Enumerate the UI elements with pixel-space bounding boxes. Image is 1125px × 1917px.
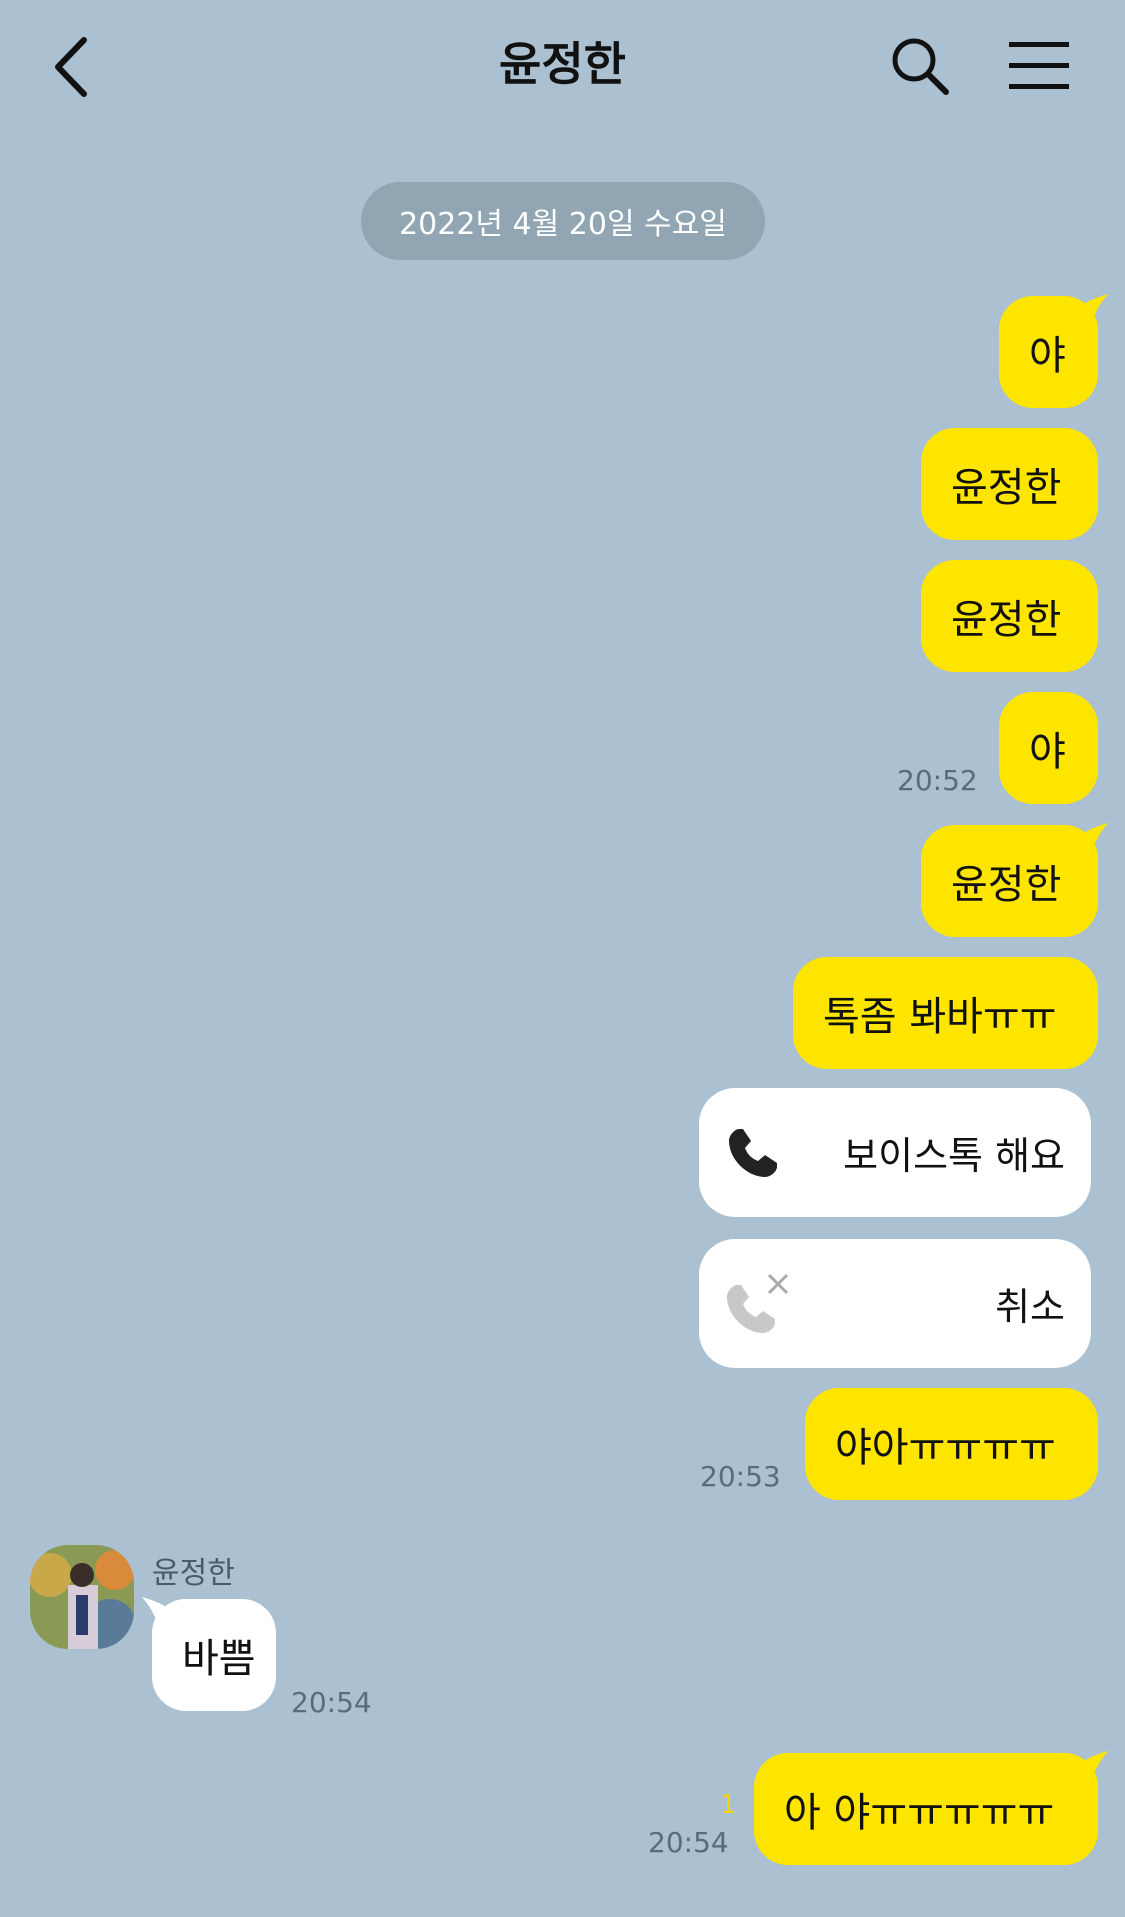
message-text: 바쁨 — [182, 1636, 256, 1682]
message-bubble[interactable]: 바쁨 — [142, 1597, 276, 1711]
message-text: 야 — [1029, 333, 1066, 379]
voice-call-cancelled-label: 취소 — [995, 1285, 1065, 1329]
message-text: 윤정한 — [951, 862, 1062, 908]
message-time: 20:54 — [648, 1826, 729, 1859]
phone-cancelled-icon — [727, 1273, 789, 1333]
voice-call-label: 보이스톡 해요 — [843, 1134, 1065, 1178]
date-divider: 2022년 4월 20일 수요일 — [361, 182, 765, 260]
phone-icon — [729, 1128, 777, 1177]
bubble-tail — [1072, 1751, 1108, 1787]
hamburger-menu-icon[interactable] — [1005, 38, 1073, 94]
message-text: 윤정한 — [951, 465, 1062, 511]
message-bubble[interactable]: 윤정한 — [921, 560, 1098, 672]
message-text: 톡좀 봐바ㅠㅠ — [823, 994, 1057, 1040]
message-time: 20:52 — [897, 764, 978, 797]
chat-header: 윤정한 — [0, 0, 1125, 135]
search-icon[interactable] — [888, 34, 952, 98]
profile-photo — [30, 1545, 134, 1649]
message-text: 야아ㅠㅠㅠㅠ — [835, 1425, 1056, 1471]
sender-name: 윤정한 — [152, 1556, 235, 1591]
message-text: 아 야ㅠㅠㅠㅠㅠ — [784, 1790, 1055, 1836]
message-bubble[interactable]: 야 — [999, 294, 1108, 408]
message-bubble[interactable]: 야아ㅠㅠㅠㅠ — [805, 1388, 1098, 1500]
message-bubble[interactable]: 톡좀 봐바ㅠㅠ — [793, 957, 1098, 1069]
message-bubble[interactable]: 윤정한 — [921, 823, 1108, 937]
bubble-tail — [1072, 294, 1108, 330]
voice-call-cancelled-card[interactable]: 취소 — [699, 1239, 1091, 1368]
message-bubble[interactable]: 아 야ㅠㅠㅠㅠㅠ — [754, 1751, 1108, 1865]
unread-count: 1 — [720, 1790, 737, 1820]
avatar[interactable] — [30, 1545, 134, 1649]
bubble-tail — [142, 1597, 178, 1633]
message-text: 윤정한 — [951, 597, 1062, 643]
chat-title: 윤정한 — [499, 37, 626, 91]
message-bubble[interactable]: 윤정한 — [921, 428, 1098, 540]
voice-call-card[interactable]: 보이스톡 해요 — [699, 1088, 1091, 1217]
message-time: 20:54 — [291, 1686, 372, 1719]
bubble-tail — [1072, 823, 1108, 859]
message-text: 야 — [1029, 729, 1066, 775]
message-time: 20:53 — [700, 1460, 781, 1493]
message-bubble[interactable]: 야 — [999, 692, 1098, 804]
